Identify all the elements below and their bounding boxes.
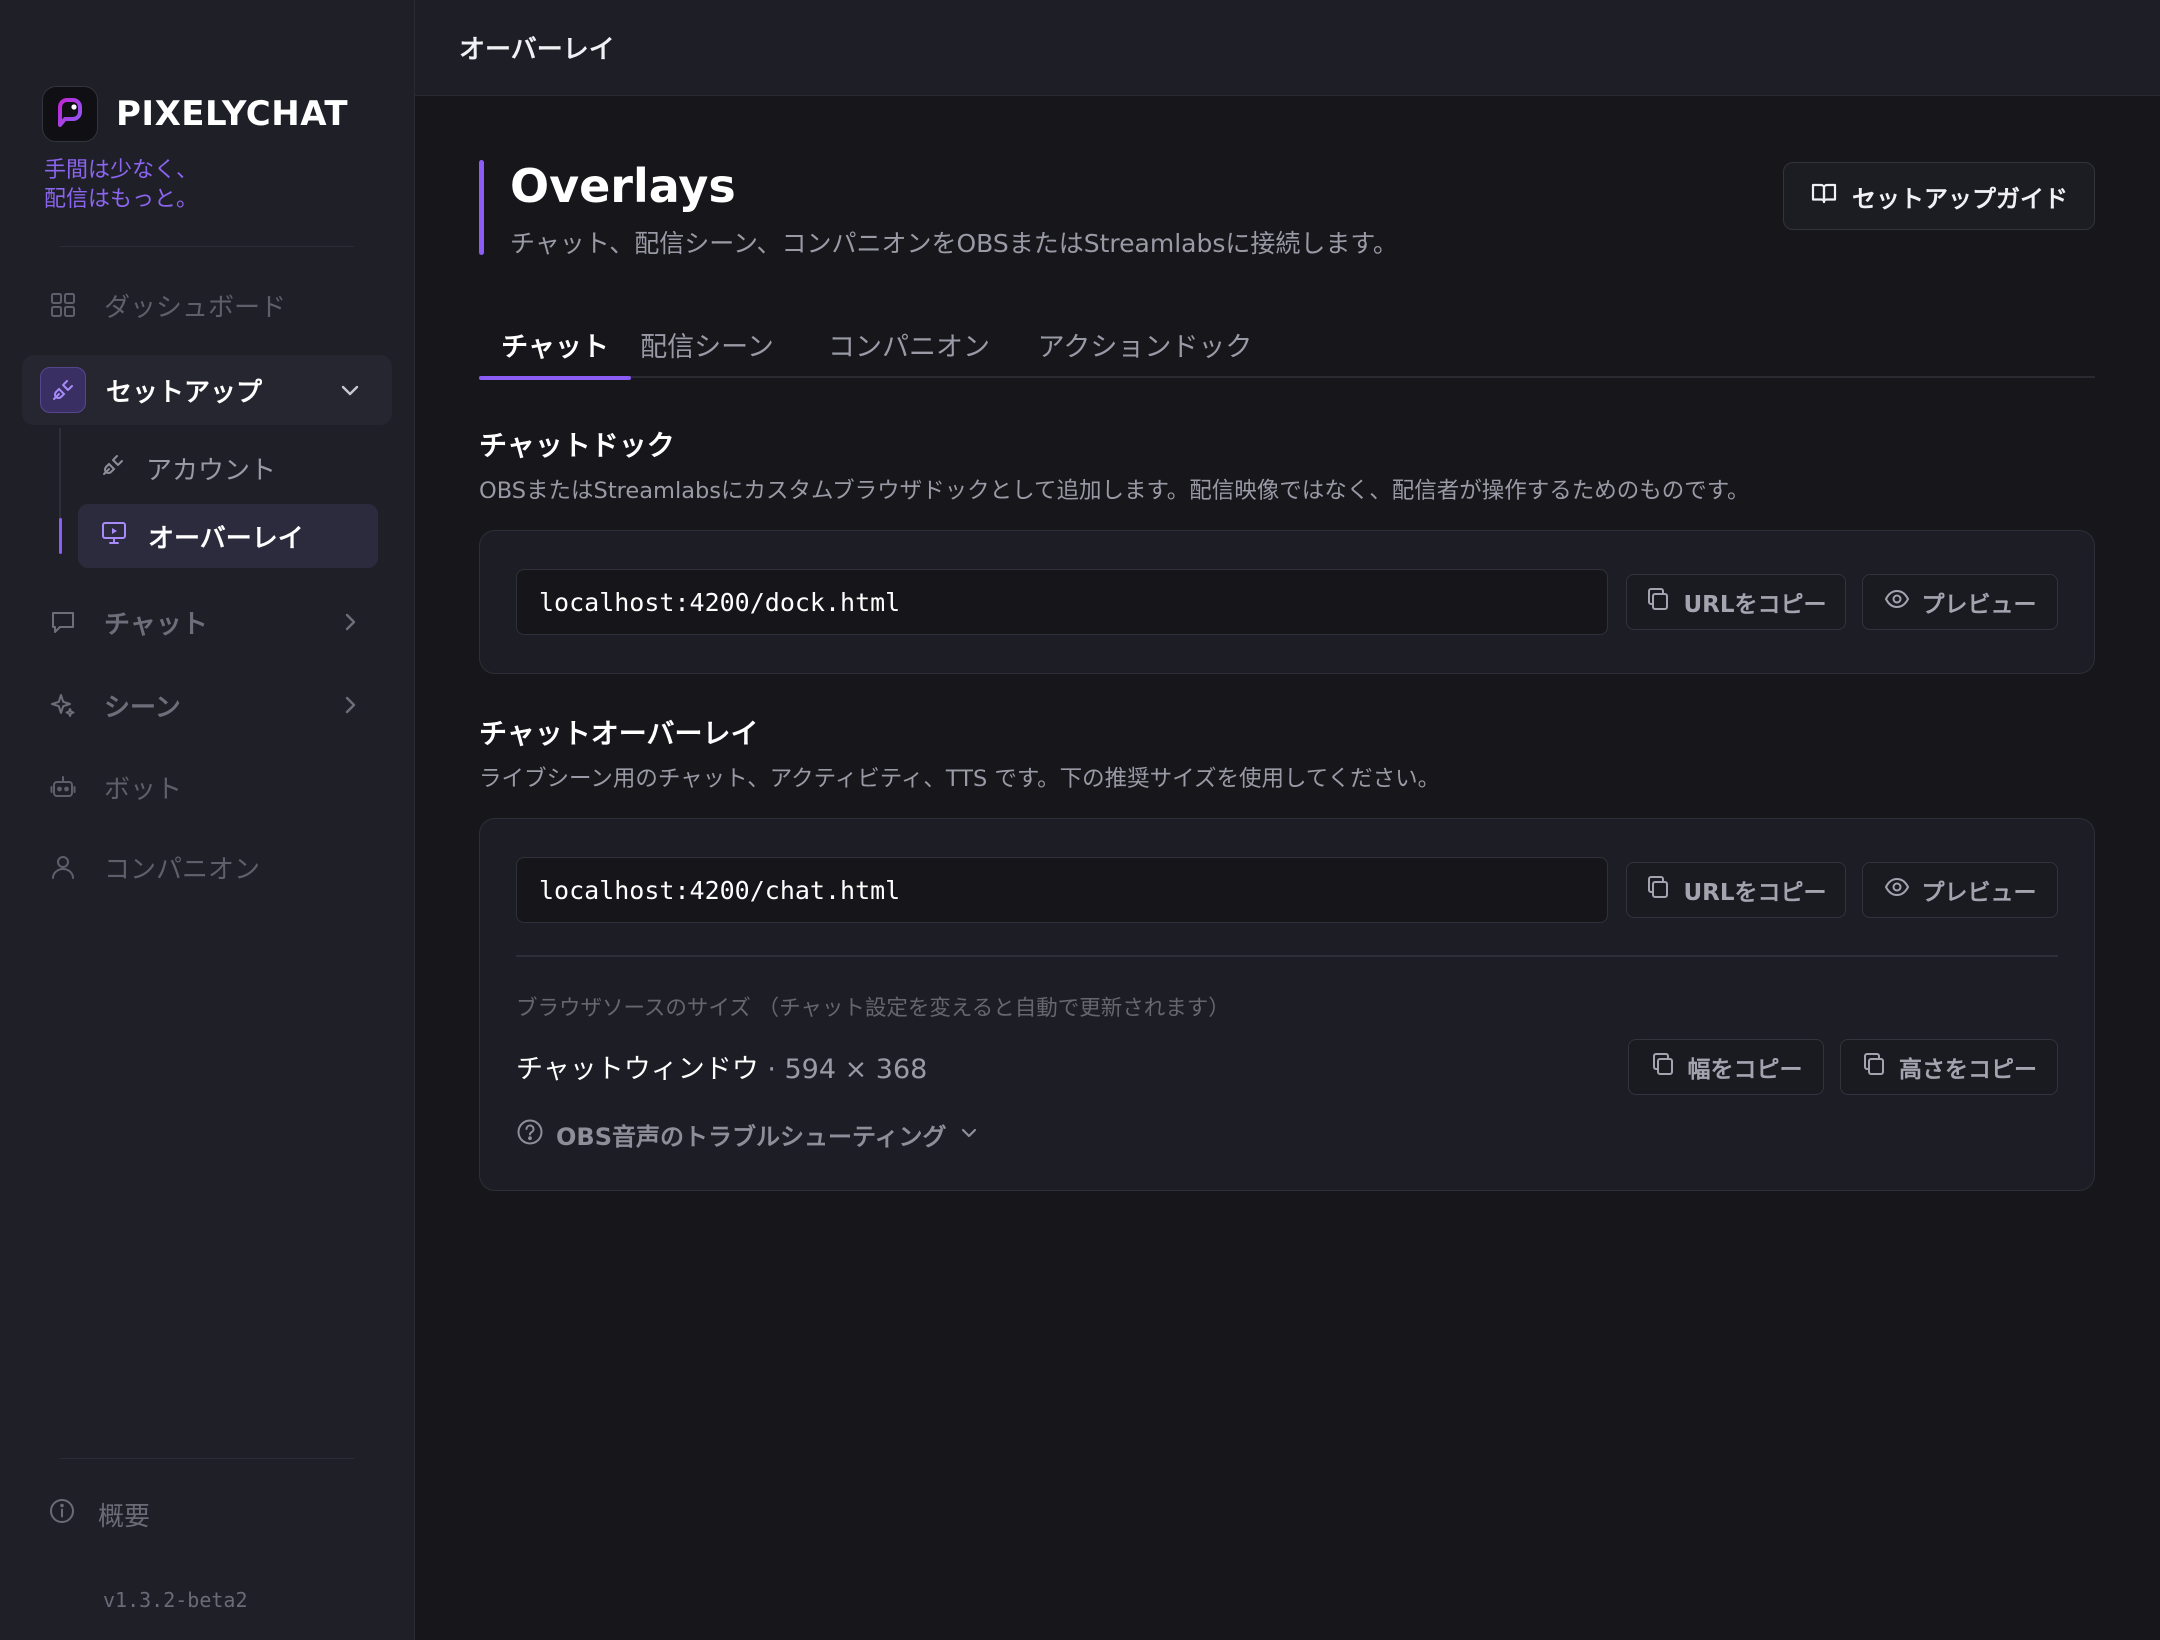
eye-icon <box>1884 586 1910 618</box>
overlay-url-field[interactable]: localhost:4200/chat.html <box>516 857 1608 923</box>
chevron-down-icon <box>338 378 362 402</box>
brand[interactable]: PIXELYCHAT <box>42 86 348 142</box>
copy-height-button[interactable]: 高さをコピー <box>1840 1039 2058 1095</box>
sidebar-subitem-account[interactable]: アカウント <box>78 436 378 500</box>
troubleshooting-label: OBS音声のトラブルシューティング <box>556 1123 947 1151</box>
sidebar-item-bot[interactable]: ボット <box>22 754 392 820</box>
chat-overlay-description: ライブシーン用のチャット、アクティビティ、TTS です。下の推奨サイズを使用して… <box>479 766 1441 792</box>
tab-action-dock[interactable]: アクションドック <box>1038 310 1253 378</box>
sidebar-item-companion[interactable]: コンパニオン <box>22 834 392 900</box>
brand-name: PIXELYCHAT <box>116 94 349 134</box>
sidebar-item-label: コンパニオン <box>104 854 261 885</box>
sidebar-item-label: ボット <box>104 774 183 805</box>
main-content: オーバーレイ Overlays チャット、配信シーン、コンパニオンをOBSまたは… <box>415 0 2160 1640</box>
chat-dock-title: チャットドック <box>479 429 675 462</box>
subtree-active-indicator <box>59 518 62 554</box>
grid-icon <box>48 290 78 320</box>
sidebar-item-chat[interactable]: チャット <box>22 589 392 655</box>
tab-chat[interactable]: チャット <box>479 310 631 380</box>
browser-source-size-hint: ブラウザソースのサイズ （チャット設定を変えると自動で更新されます） <box>516 996 1230 1021</box>
copy-height-label: 高さをコピー <box>1899 1057 2037 1083</box>
bot-icon <box>48 772 78 802</box>
info-icon <box>48 1497 76 1532</box>
tab-stream-scenes[interactable]: 配信シーン <box>640 310 774 378</box>
sidebar: PIXELYCHAT 手間は少なく、 配信はもっと。 ダッシュボード セットアッ… <box>0 0 415 1640</box>
sidebar-item-label: セットアップ <box>106 377 263 408</box>
copy-width-button[interactable]: 幅をコピー <box>1628 1039 1824 1095</box>
page-title: Overlays <box>510 159 736 213</box>
sidebar-divider <box>60 1458 354 1459</box>
dock-copy-url-button[interactable]: URLをコピー <box>1626 574 1846 630</box>
preview-label: プレビュー <box>1921 592 2037 618</box>
copy-icon <box>1861 1051 1887 1083</box>
chat-dock-card: localhost:4200/dock.html URLをコピー プレビュー <box>479 530 2095 674</box>
sidebar-item-label: チャット <box>104 609 208 640</box>
preview-label: プレビュー <box>1921 880 2037 906</box>
copy-icon <box>1645 874 1671 906</box>
sidebar-subitem-label: オーバーレイ <box>148 523 304 554</box>
card-divider <box>516 955 2058 957</box>
sidebar-item-scenes[interactable]: シーン <box>22 672 392 738</box>
sidebar-item-dashboard[interactable]: ダッシュボード <box>22 272 392 338</box>
plug-icon <box>40 367 86 413</box>
overlay-copy-url-button[interactable]: URLをコピー <box>1626 862 1846 918</box>
app-version: v1.3.2-beta2 <box>103 1588 248 1612</box>
topbar: オーバーレイ <box>415 0 2160 96</box>
sidebar-item-label: ダッシュボード <box>104 292 287 323</box>
title-accent-bar <box>479 160 484 255</box>
sidebar-subitem-overlay[interactable]: オーバーレイ <box>78 504 378 568</box>
sparkle-icon <box>48 690 78 720</box>
sidebar-item-about[interactable]: 概要 <box>48 1496 150 1533</box>
copy-width-label: 幅をコピー <box>1687 1057 1803 1083</box>
copy-icon <box>1645 586 1671 618</box>
chevron-right-icon <box>338 693 362 717</box>
sidebar-item-label: シーン <box>104 692 181 723</box>
chat-overlay-title: チャットオーバーレイ <box>479 717 759 750</box>
chevron-right-icon <box>338 610 362 634</box>
chat-window-size: チャットウィンドウ · 594 × 368 <box>516 1047 927 1086</box>
overlay-preview-button[interactable]: プレビュー <box>1862 862 2058 918</box>
copy-url-label: URLをコピー <box>1683 880 1827 906</box>
tagline-line-2: 配信はもっと。 <box>44 187 199 212</box>
dock-url-field[interactable]: localhost:4200/dock.html <box>516 569 1608 635</box>
chat-window-dimensions: · 594 × 368 <box>758 1054 928 1085</box>
chat-window-label: チャットウィンドウ <box>516 1054 759 1085</box>
copy-url-label: URLをコピー <box>1683 592 1827 618</box>
user-icon <box>48 852 78 882</box>
brand-tagline: 手間は少なく、 配信はもっと。 <box>44 156 198 214</box>
page-subtitle: チャット、配信シーン、コンパニオンをOBSまたはStreamlabsに接続します… <box>510 229 1398 258</box>
chat-dock-description: OBSまたはStreamlabsにカスタムブラウザドックとして追加します。配信映… <box>479 478 1750 504</box>
eye-icon <box>1884 874 1910 906</box>
sidebar-divider <box>60 246 354 247</box>
chevron-down-icon <box>959 1121 979 1149</box>
plug-icon <box>100 452 126 485</box>
book-icon <box>1810 179 1838 213</box>
chat-bubble-icon <box>48 607 78 637</box>
obs-audio-troubleshooting-toggle[interactable]: OBS音声のトラブルシューティング <box>516 1117 979 1152</box>
overlay-tabs: チャット 配信シーン コンパニオン アクションドック <box>479 310 2095 380</box>
setup-guide-label: セットアップガイド <box>1852 184 2068 213</box>
sidebar-item-label: 概要 <box>98 1502 151 1532</box>
page-header: Overlays チャット、配信シーン、コンパニオンをOBSまたはStreaml… <box>479 160 1398 260</box>
monitor-icon <box>100 519 128 554</box>
topbar-title: オーバーレイ <box>459 35 615 65</box>
chat-overlay-card: localhost:4200/chat.html URLをコピー プレビュー ブ… <box>479 818 2095 1191</box>
help-circle-icon <box>516 1118 544 1152</box>
app-logo-icon <box>42 86 98 142</box>
tagline-line-1: 手間は少なく、 <box>44 158 199 183</box>
tab-companion[interactable]: コンパニオン <box>828 310 990 378</box>
sidebar-subitem-label: アカウント <box>146 455 277 486</box>
sidebar-item-setup[interactable]: セットアップ <box>22 355 392 425</box>
copy-icon <box>1650 1051 1676 1083</box>
setup-guide-button[interactable]: セットアップガイド <box>1783 162 2095 230</box>
dock-preview-button[interactable]: プレビュー <box>1862 574 2058 630</box>
